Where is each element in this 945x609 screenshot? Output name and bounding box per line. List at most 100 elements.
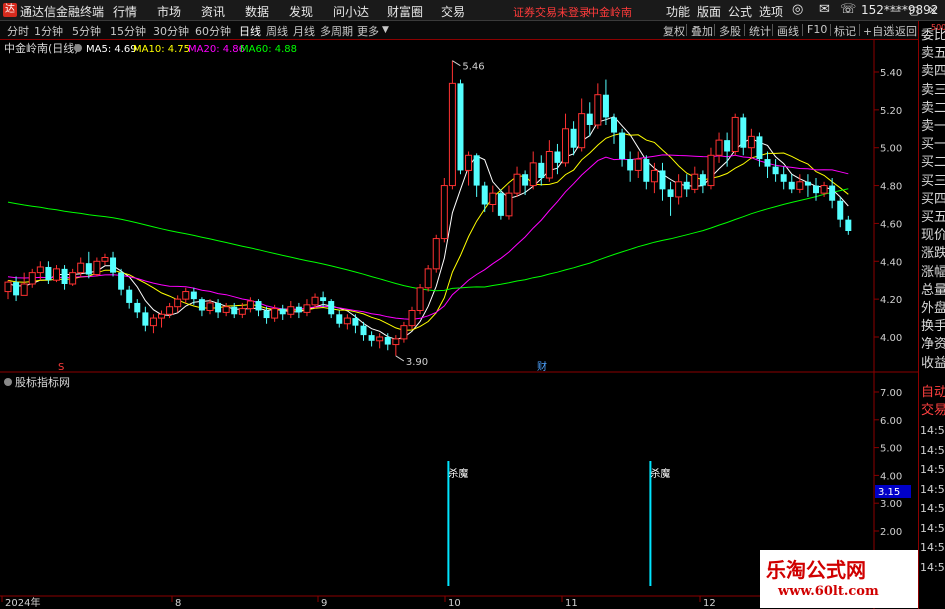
- candle[interactable]: [683, 174, 690, 197]
- tab-weekly[interactable]: 周线: [266, 23, 288, 39]
- menu-wealth-circle[interactable]: 财富圈: [387, 3, 423, 20]
- tab-5min[interactable]: 5分钟: [72, 23, 101, 39]
- candle[interactable]: [554, 143, 561, 175]
- draw-line-button[interactable]: 画线: [777, 23, 799, 39]
- candle[interactable]: [376, 333, 384, 349]
- add-watchlist-button[interactable]: +自选: [863, 23, 894, 39]
- candle[interactable]: [440, 178, 448, 243]
- menu-layout[interactable]: 版面: [697, 3, 721, 20]
- candle[interactable]: [594, 83, 602, 129]
- menu-market[interactable]: 市场: [157, 3, 181, 20]
- candle[interactable]: [804, 174, 811, 197]
- candle[interactable]: [659, 162, 666, 201]
- candle[interactable]: [69, 268, 77, 286]
- candle[interactable]: [432, 234, 440, 273]
- candle[interactable]: [675, 174, 683, 205]
- back-button[interactable]: 返回: [895, 23, 917, 39]
- candle[interactable]: [643, 155, 650, 190]
- login-notice[interactable]: 证券交易未登录: [513, 4, 590, 20]
- mark-button[interactable]: 标记: [834, 23, 856, 39]
- candle[interactable]: [263, 306, 270, 324]
- phone-icon[interactable]: ☏: [840, 2, 856, 17]
- candle[interactable]: [182, 287, 190, 303]
- candle[interactable]: [295, 302, 302, 319]
- candle[interactable]: [772, 159, 779, 182]
- tab-60min[interactable]: 60分钟: [195, 23, 231, 39]
- candle[interactable]: [303, 299, 311, 317]
- message-icon[interactable]: ✉: [819, 2, 830, 17]
- candle[interactable]: [142, 306, 149, 332]
- candle[interactable]: [650, 162, 658, 194]
- candle[interactable]: [20, 272, 28, 296]
- candle[interactable]: [149, 314, 157, 334]
- candle[interactable]: [134, 299, 141, 319]
- candle[interactable]: [4, 280, 12, 300]
- candle[interactable]: [118, 268, 125, 296]
- candle[interactable]: [740, 113, 747, 156]
- candle[interactable]: [343, 314, 351, 330]
- auto-trade-label[interactable]: 交易: [921, 402, 945, 420]
- tab-monthly[interactable]: 月线: [293, 23, 315, 39]
- candle[interactable]: [416, 284, 424, 315]
- candle[interactable]: [505, 185, 513, 220]
- multi-stock-button[interactable]: 多股: [719, 23, 741, 39]
- candle[interactable]: [198, 297, 205, 317]
- candle[interactable]: [578, 98, 586, 152]
- menu-formula[interactable]: 公式: [728, 3, 752, 20]
- settings-gear-icon[interactable]: [74, 44, 82, 52]
- tab-30min[interactable]: 30分钟: [153, 23, 189, 39]
- tab-1min[interactable]: 1分钟: [34, 23, 63, 39]
- candle[interactable]: [691, 166, 699, 194]
- indicator-settings-icon[interactable]: [4, 378, 12, 386]
- candle[interactable]: [513, 166, 521, 197]
- candle[interactable]: [352, 314, 359, 334]
- candle[interactable]: [481, 181, 488, 213]
- candle[interactable]: [110, 251, 117, 277]
- candle[interactable]: [336, 310, 343, 328]
- candle[interactable]: [448, 60, 456, 190]
- menu-news[interactable]: 资讯: [201, 3, 225, 20]
- candle[interactable]: [215, 299, 222, 319]
- candle[interactable]: [52, 265, 60, 283]
- candle[interactable]: [715, 132, 723, 163]
- tab-15min[interactable]: 15分钟: [110, 23, 146, 39]
- candle[interactable]: [497, 189, 504, 220]
- tab-daily[interactable]: 日线: [239, 23, 261, 39]
- user-icon[interactable]: ◎: [792, 2, 803, 17]
- candle[interactable]: [166, 302, 174, 319]
- candle[interactable]: [764, 151, 771, 179]
- candle[interactable]: [707, 147, 715, 190]
- candle[interactable]: [400, 321, 408, 343]
- menu-ask[interactable]: 问小达: [333, 3, 369, 20]
- restore-rights-button[interactable]: 复权: [663, 23, 685, 39]
- menu-quotes[interactable]: 行情: [113, 3, 137, 20]
- candle[interactable]: [724, 132, 731, 167]
- candle[interactable]: [699, 170, 706, 194]
- menu-trade[interactable]: 交易: [441, 3, 465, 20]
- tab-intraday[interactable]: 分时: [7, 23, 29, 39]
- candle[interactable]: [627, 151, 634, 182]
- auto-trade-label[interactable]: 自动: [921, 384, 945, 402]
- candle[interactable]: [28, 268, 36, 288]
- candle[interactable]: [101, 253, 109, 266]
- tab-more[interactable]: 更多: [357, 23, 379, 39]
- candle[interactable]: [424, 265, 432, 292]
- statistics-button[interactable]: 统计: [749, 23, 771, 39]
- candle[interactable]: [287, 301, 295, 319]
- candle[interactable]: [731, 113, 739, 156]
- f10-button[interactable]: F10: [807, 23, 827, 36]
- candle[interactable]: [529, 151, 537, 190]
- candle[interactable]: [829, 178, 836, 209]
- marker-finance[interactable]: 财: [537, 360, 547, 373]
- candle[interactable]: [845, 215, 852, 235]
- kline-chart[interactable]: 5.40 5.20 5.00 4.80 4.60 4.40 4.20 4.00 7.00 6.0…: [0, 40, 918, 609]
- candle[interactable]: [246, 297, 254, 313]
- candle[interactable]: [602, 79, 609, 125]
- candle[interactable]: [634, 151, 642, 179]
- tab-multi-period[interactable]: 多周期: [320, 23, 353, 39]
- chevron-down-icon[interactable]: ▼: [382, 25, 389, 35]
- candle[interactable]: [562, 113, 570, 167]
- candle[interactable]: [13, 276, 20, 302]
- window-min-icon[interactable]: —: [890, 4, 901, 17]
- candle[interactable]: [279, 304, 286, 320]
